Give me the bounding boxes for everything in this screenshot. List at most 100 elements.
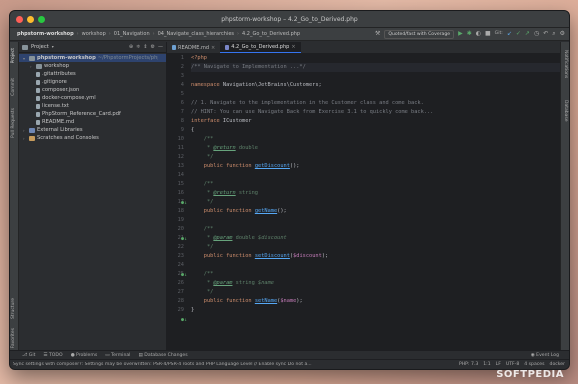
tree-item[interactable]: › Scratches and Consoles [19,134,166,142]
tree-item[interactable]: README.md [19,118,166,126]
hammer-icon[interactable]: ⚒ [375,31,380,37]
editor-tab[interactable]: README.md × [167,42,220,53]
breadcrumb-navigation[interactable]: 01_Navigation [111,31,153,37]
breadcrumb-workshop[interactable]: workshop [79,31,109,37]
tree-item[interactable]: composer.json [19,86,166,94]
tool-tab-database[interactable]: Database [563,100,568,121]
tool-tab-notifications[interactable]: Notifications [563,50,568,78]
interpreter-indicator[interactable]: docker [550,362,565,367]
tool-database-changes[interactable]: ▤ Database Changes [138,353,187,358]
tool-tab-favorites[interactable]: Favorites [11,328,16,348]
debug-icon[interactable]: ✱ [467,31,472,37]
code-line: // 1. Navigate to the implementation in … [191,100,424,106]
chevron-right-icon[interactable]: › [23,136,27,141]
tree-item[interactable]: docker-compose.yml [19,94,166,102]
locate-icon[interactable]: ⊕ [129,44,133,50]
coverage-icon[interactable]: ◐ [476,31,481,37]
update-project-icon[interactable]: ↙ [507,31,512,37]
code-line: public function getDiscount(); [203,163,300,169]
chevron-right-icon[interactable]: › [23,128,27,133]
code-line: */ [203,154,214,160]
caret-position[interactable]: 1:1 [483,362,490,367]
indent-setting[interactable]: 4 spaces [524,362,544,367]
line-number: 23 [177,253,184,259]
code-line: /** [203,226,214,232]
line-number: 29 [177,307,184,313]
run-configuration-select[interactable]: Quoted/fast with Coverage [384,29,455,39]
line-number: 1 [180,55,184,61]
close-tab-icon[interactable]: × [211,45,215,51]
tool-tab-commit[interactable]: Commit [11,78,16,96]
folder-icon [36,63,42,69]
tool-problems[interactable]: ● Problems [71,353,98,358]
close-tab-icon[interactable]: × [291,44,295,50]
tool-tab-pull-requests[interactable]: Pull Requests [11,108,16,138]
tree-item[interactable]: license.txt [19,102,166,110]
breadcrumb-hierarchies[interactable]: 04_Navigate_class_hierarchies [155,31,237,37]
status-indicators: PHP: 7.3 1:1 LF UTF-8 4 spaces docker [459,362,569,367]
chevron-down-icon[interactable]: ▾ [52,45,54,49]
settings-icon[interactable]: ⚙ [560,31,565,37]
implemented-marker-icon[interactable]: ●↓ [181,317,187,323]
expand-all-icon[interactable]: ⇕ [143,44,147,50]
commit-icon[interactable]: ✓ [516,31,521,37]
code-line: public function setDiscount($discount); [203,253,329,259]
event-log-button[interactable]: ◉ Event Log [531,353,569,358]
tree-item[interactable]: › workshop [19,62,166,70]
tool-tab-project[interactable]: Project [11,48,16,63]
ide-window: phpstorm-workshop – 4.2_Go_to_Derived.ph… [9,10,570,370]
status-message[interactable]: Sync settings with composer?: Settings m… [13,362,313,367]
editor-tab[interactable]: 4.2_Go_to_Derived.php × [220,42,301,53]
code-line: /** [203,136,214,142]
tool-problems-label: Problems [76,352,98,358]
project-panel-header: Project ▾ ⊕ ≑ ⇕ ⚙ — [19,42,166,53]
code-line: */ [203,289,214,295]
tool-todo-label: TODO [49,352,63,358]
code-line: { [191,127,195,133]
implemented-marker-icon[interactable]: ●↓ [181,200,187,206]
tree-item[interactable]: .gitignore [19,78,166,86]
implemented-marker-icon[interactable]: ●↓ [181,236,187,242]
file-icon [36,103,40,109]
stop-icon[interactable]: ■ [485,31,491,37]
line-number: 2 [180,64,184,70]
tree-item-label: README.md [42,119,75,125]
hide-icon[interactable]: — [158,44,163,50]
line-number: 6 [180,100,184,106]
project-panel-title[interactable]: Project [31,44,49,50]
history-icon[interactable]: ◷ [534,31,539,37]
rollback-icon[interactable]: ↶ [543,31,548,37]
implemented-marker-icon[interactable]: ●↓ [181,272,187,278]
line-separator[interactable]: LF [496,362,501,367]
tool-todo[interactable]: ☰ TODO [43,353,62,358]
code-line: */ [203,244,214,250]
push-icon[interactable]: ↗ [525,31,530,37]
code-editor[interactable]: 1 2 3 4 5 6 7 8 9 10 11 12 13 14 15 16 17 18 19 20 21 22 23 24 2… [167,54,560,350]
chevron-right-icon[interactable]: › [30,64,34,69]
code-line: * @param string $name [203,280,274,286]
tree-item-label: phpstorm-workshop [37,55,96,61]
breadcrumb-project[interactable]: phpstorm-workshop [14,31,77,37]
breadcrumb-file[interactable]: 4.2_Go_to_Derived.php [239,31,303,37]
tree-item[interactable]: .gitattributes [19,70,166,78]
file-icon [36,111,40,117]
tool-terminal[interactable]: ▭ Terminal [105,353,130,358]
gear-icon[interactable]: ⚙ [151,44,155,50]
tree-item[interactable]: ▾ phpstorm-workshop~/PhpstormProjects/php… [19,54,166,62]
tree-item-label: .gitignore [42,79,67,85]
tree-item[interactable]: › External Libraries [19,126,166,134]
run-icon[interactable]: ▶ [458,31,463,37]
chevron-right-icon[interactable]: ▾ [23,56,27,61]
tree-item[interactable]: PhpStorm_Reference_Card.pdf [19,110,166,118]
php-level-indicator[interactable]: PHP: 7.3 [459,362,478,367]
tool-database-changes-label: Database Changes [144,352,188,358]
tool-tab-structure[interactable]: Structure [11,298,16,319]
search-icon[interactable]: ⌕ [552,31,555,37]
code-line: } [191,307,195,313]
collapse-all-icon[interactable]: ≑ [136,44,140,50]
tree-item-label: Scratches and Consoles [37,135,99,141]
editor-tab-label: 4.2_Go_to_Derived.php [231,44,290,50]
file-encoding[interactable]: UTF-8 [506,362,519,367]
tool-git[interactable]: ⎇ Git [22,353,35,358]
